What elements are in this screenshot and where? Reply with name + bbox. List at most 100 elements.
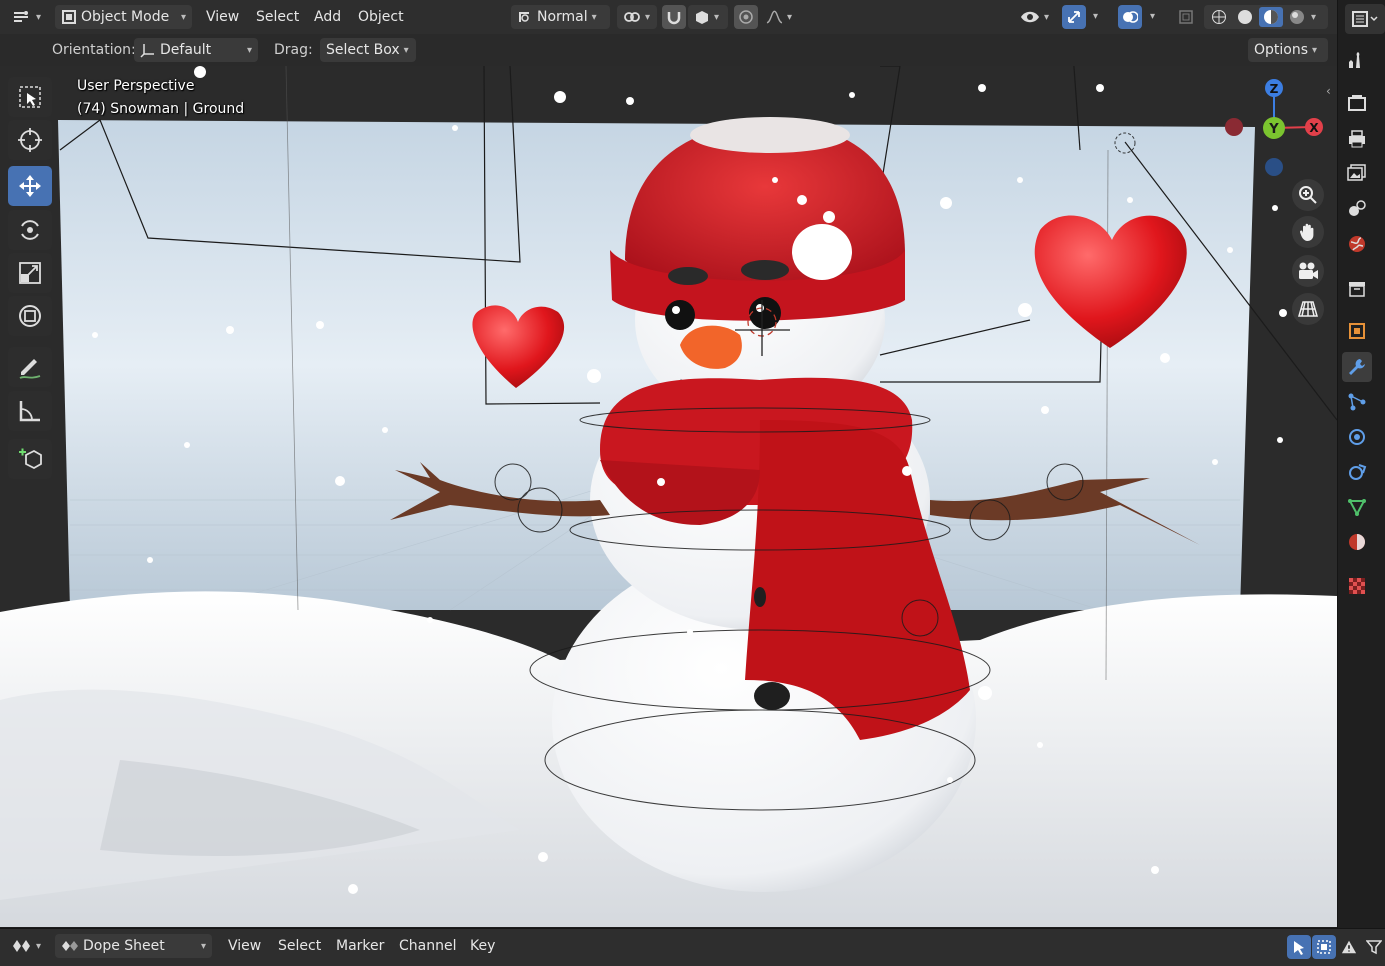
show-hidden-toggle[interactable]	[1312, 935, 1336, 959]
chevron-down-icon: ▾	[200, 940, 206, 952]
visibility-dropdown[interactable]: ▾	[1014, 5, 1056, 29]
orientation-dropdown[interactable]: Default ▾	[134, 38, 258, 62]
options-dropdown[interactable]: Options ▾	[1248, 38, 1328, 62]
chevron-down-icon: ▾	[246, 44, 252, 56]
timeline-menu-view[interactable]: View	[228, 938, 261, 954]
snap-target-dropdown[interactable]: ▾	[688, 5, 728, 29]
options-label: Options	[1254, 42, 1309, 58]
gizmo-neg-z[interactable]	[1265, 158, 1283, 176]
overlay-toggle[interactable]	[1118, 5, 1142, 29]
tab-constraints[interactable]	[1342, 457, 1372, 487]
tool-select-box[interactable]	[8, 77, 52, 117]
timeline-menu-key[interactable]: Key	[470, 938, 495, 954]
gizmo-axis-y-label: Y	[1268, 122, 1279, 137]
rendered-icon	[1290, 10, 1304, 24]
chevron-down-icon: ▾	[180, 11, 186, 23]
tab-world[interactable]	[1342, 229, 1372, 259]
drag-dropdown[interactable]: Select Box ▾	[320, 38, 416, 62]
dope-sheet-mode-dropdown[interactable]: Dope Sheet ▾	[55, 934, 212, 958]
cursor-arrow-icon	[1294, 941, 1304, 955]
tab-texture[interactable]	[1342, 571, 1372, 601]
tab-output[interactable]	[1342, 124, 1372, 154]
tool-move[interactable]	[8, 166, 52, 206]
view-layer-image-icon	[1347, 164, 1366, 181]
sidebar-toggle-arrow[interactable]: ‹	[1326, 84, 1331, 98]
proportional-edit-toggle[interactable]	[734, 5, 758, 29]
wireframe-icon	[1212, 10, 1226, 24]
solid-icon	[1238, 10, 1252, 24]
gizmo-axis-x-label: X	[1309, 121, 1319, 135]
gizmo-neg-x[interactable]	[1225, 118, 1243, 136]
tool-measure[interactable]	[8, 391, 52, 431]
menu-add[interactable]: Add	[314, 9, 341, 25]
gizmo-axis-z-label: Z	[1270, 82, 1279, 96]
tab-scene[interactable]	[1342, 193, 1372, 223]
falloff-dropdown[interactable]: ▾	[760, 5, 798, 29]
tool-wrench-screwdriver-icon	[1349, 52, 1360, 68]
menu-view[interactable]: View	[206, 9, 239, 25]
chevron-down-icon: ▾	[786, 11, 792, 23]
tool-rotate[interactable]	[8, 210, 52, 250]
editor-type-button[interactable]: ▾	[6, 5, 47, 29]
snap-toggle[interactable]	[662, 5, 686, 29]
gizmo-toggle[interactable]	[1062, 5, 1086, 29]
navigation-gizmo[interactable]: Y Z X	[1218, 74, 1330, 184]
zoom-magnifier-icon	[1299, 186, 1317, 204]
pivot-point-dropdown[interactable]: ▾	[617, 5, 657, 29]
only-errors-toggle[interactable]	[1337, 935, 1361, 959]
tab-physics[interactable]	[1342, 422, 1372, 452]
tab-render[interactable]	[1342, 88, 1372, 118]
solid-shading-button[interactable]	[1233, 7, 1257, 27]
tab-modifiers[interactable]	[1342, 352, 1372, 382]
material-sphere-icon	[1349, 534, 1365, 550]
tab-collection[interactable]	[1342, 274, 1372, 304]
ortho-toggle-button[interactable]	[1292, 293, 1324, 325]
filter-funnel-icon	[1366, 940, 1382, 955]
editor-type-properties[interactable]	[1345, 4, 1385, 34]
transform-orientation-dropdown[interactable]: Normal ▾	[511, 5, 610, 29]
viewport-3d[interactable]	[0, 66, 1337, 927]
tab-particles[interactable]	[1342, 387, 1372, 417]
falloff-curve-icon	[766, 10, 783, 24]
select-box-icon	[19, 86, 41, 108]
only-selected-toggle[interactable]	[1287, 935, 1311, 959]
timeline-menu-marker[interactable]: Marker	[336, 938, 384, 954]
timeline-menu-select[interactable]: Select	[278, 938, 321, 954]
tab-data[interactable]	[1342, 492, 1372, 522]
scene-render	[0, 66, 1337, 927]
gizmo-dropdown-chevron[interactable]: ▾	[1093, 11, 1098, 22]
xray-toggle[interactable]	[1174, 5, 1198, 29]
timeline-menu-channel[interactable]: Channel	[399, 938, 456, 954]
dope-sheet-icon	[62, 941, 78, 951]
tool-transform[interactable]	[8, 296, 52, 336]
tab-object[interactable]	[1342, 316, 1372, 346]
tool-add-cube[interactable]	[8, 439, 52, 479]
material-preview-icon	[1264, 10, 1278, 24]
material-shading-button[interactable]	[1259, 7, 1283, 27]
tab-tool[interactable]	[1342, 45, 1372, 75]
menu-select[interactable]: Select	[256, 9, 299, 25]
shading-mode-group: ▾	[1204, 5, 1328, 29]
tool-annotate[interactable]	[8, 347, 52, 387]
measure-ruler-icon	[19, 401, 40, 422]
menu-object[interactable]: Object	[358, 9, 404, 25]
pan-button[interactable]	[1292, 216, 1324, 248]
timeline-editor-type-button[interactable]: ▾	[6, 934, 47, 958]
camera-view-button[interactable]	[1292, 255, 1324, 287]
mode-dropdown[interactable]: Object Mode ▾	[55, 5, 192, 29]
zoom-button[interactable]	[1292, 179, 1324, 211]
chevron-down-icon: ▾	[36, 940, 42, 952]
drag-label: Drag:	[274, 42, 313, 58]
dope-sheet-editor-icon	[13, 940, 30, 952]
tool-scale[interactable]	[8, 253, 52, 293]
warning-icon	[1341, 940, 1357, 954]
tab-view-layer[interactable]	[1342, 158, 1372, 188]
tool-cursor[interactable]	[8, 120, 52, 160]
filters-button[interactable]	[1363, 935, 1385, 959]
scene-icon	[1349, 200, 1366, 216]
overlay-dropdown-chevron[interactable]: ▾	[1150, 11, 1155, 22]
rendered-shading-button[interactable]	[1285, 7, 1309, 27]
tab-material[interactable]	[1342, 527, 1372, 557]
chevron-down-icon[interactable]: ▾	[1311, 12, 1316, 23]
wireframe-shading-button[interactable]	[1207, 7, 1231, 27]
